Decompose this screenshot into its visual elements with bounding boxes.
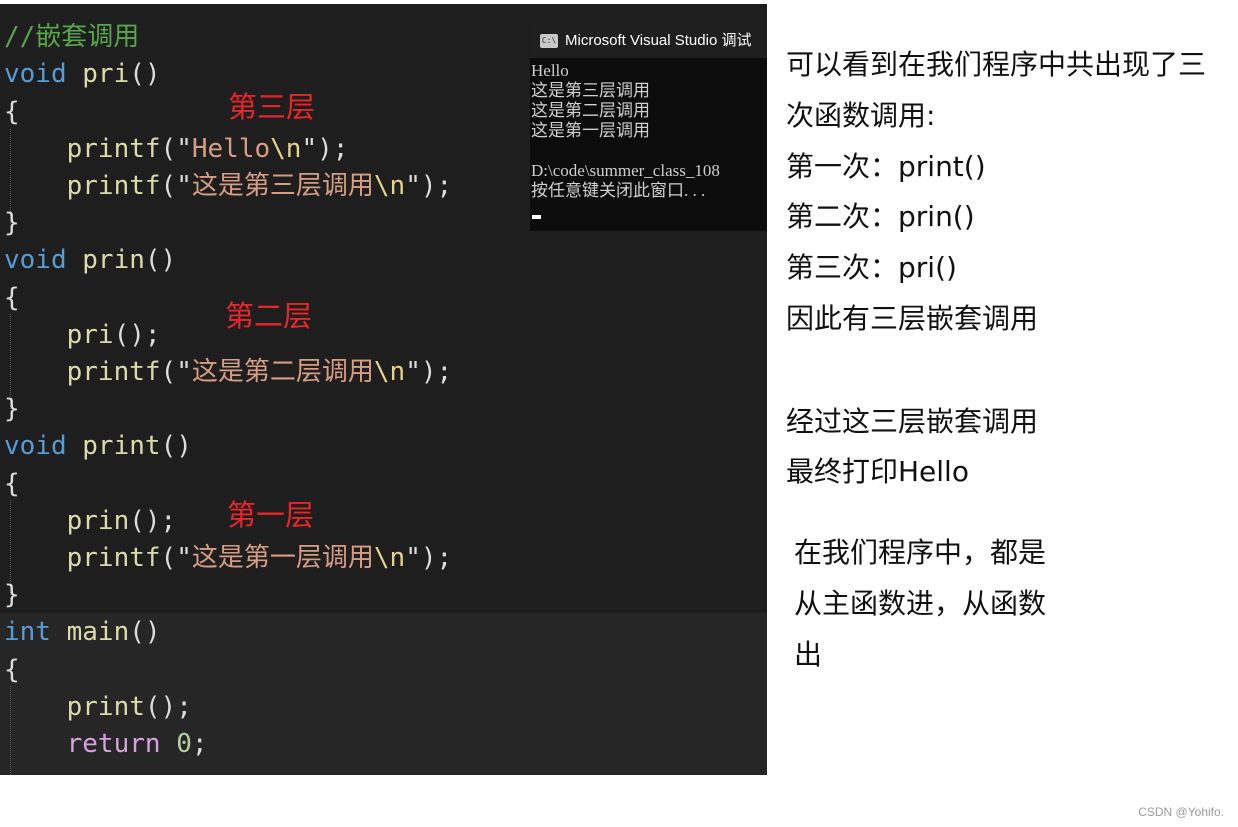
escape-sequence: \n <box>270 134 302 164</box>
keyword: int <box>4 617 51 647</box>
punctuation: (" <box>160 171 192 201</box>
console-title: Microsoft Visual Studio 调试 <box>565 32 752 49</box>
code-line-brace[interactable]: { <box>4 652 20 688</box>
debug-console-window[interactable]: C:\ Microsoft Visual Studio 调试 Hello 这是第三… <box>530 24 767 231</box>
escape-sequence: \n <box>373 171 406 201</box>
code-line-call-print[interactable]: print(); <box>4 689 192 725</box>
code-line-print-signature[interactable]: void print() <box>4 428 192 464</box>
note-line: 从主函数进，从函数 <box>794 587 1047 620</box>
function-call: pri <box>66 320 114 350</box>
string-literal: 这是第三层调用 <box>191 171 374 201</box>
layer3-label: 第三层 <box>228 90 316 124</box>
code-line-brace[interactable]: { <box>4 94 20 130</box>
function-name: pri <box>82 59 130 89</box>
note-line: 经过这三层嵌套调用 <box>786 405 1039 438</box>
function-call: printf <box>66 134 161 164</box>
note-line: 出 <box>794 638 823 671</box>
console-output: Hello 这是第三层调用 这是第二层调用 这是第一层调用 D:\code\summer… <box>531 61 720 201</box>
code-line-call-prin[interactable]: prin(); <box>4 503 177 539</box>
escape-sequence: \n <box>373 357 406 387</box>
punctuation: "); <box>405 171 453 201</box>
layer1-label: 第一层 <box>227 498 315 532</box>
punctuation: () <box>129 617 161 647</box>
punctuation: () <box>144 245 177 275</box>
keyword: void <box>4 431 67 461</box>
punctuation: "); <box>405 543 453 573</box>
code-line-brace[interactable]: { <box>4 466 20 502</box>
escape-sequence: \n <box>373 543 406 573</box>
function-name: prin <box>82 245 145 275</box>
note-line: 最终打印Hello <box>786 455 969 488</box>
punctuation: ; <box>191 729 208 759</box>
console-line: 这是第三层调用 <box>531 81 650 100</box>
number-literal: 0 <box>176 729 192 759</box>
note-line: 在我们程序中，都是 <box>794 536 1047 569</box>
console-line: D:\code\summer_class_108 <box>531 161 720 180</box>
code-line-brace[interactable]: } <box>4 577 20 613</box>
console-line: Hello <box>531 61 569 80</box>
punctuation: (); <box>113 320 161 350</box>
punctuation: (); <box>144 692 192 722</box>
code-comment: //嵌套调用 <box>4 22 140 52</box>
punctuation: (" <box>160 543 192 573</box>
code-line-prin-signature[interactable]: void prin() <box>4 242 176 278</box>
string-literal: 这是第二层调用 <box>191 357 374 387</box>
punctuation: () <box>129 59 161 89</box>
keyword: void <box>4 59 67 89</box>
code-line-printf-hello[interactable]: printf("Hello\n"); <box>4 131 349 167</box>
punctuation: (); <box>129 506 177 536</box>
code-line-main-signature[interactable]: int main() <box>4 614 161 650</box>
code-line-pri-signature[interactable]: void pri() <box>4 56 161 92</box>
code-line-brace[interactable]: } <box>4 205 20 241</box>
keyword: void <box>4 245 67 275</box>
note-line: 次函数调用: <box>786 99 936 132</box>
layer2-label: 第二层 <box>225 299 313 333</box>
note-line: 第一次：print() <box>786 150 986 183</box>
punctuation: "); <box>301 134 349 164</box>
console-line: 按任意键关闭此窗口. . . <box>531 181 706 200</box>
code-line-printf-layer3[interactable]: printf("这是第三层调用\n"); <box>4 168 453 204</box>
note-line: 第三次：pri() <box>786 251 957 284</box>
code-line-brace[interactable]: } <box>4 391 20 427</box>
function-call: printf <box>66 357 161 387</box>
code-line-call-pri[interactable]: pri(); <box>4 317 161 353</box>
function-name: main <box>66 617 130 647</box>
function-call: print <box>66 692 145 722</box>
code-line-printf-layer2[interactable]: printf("这是第二层调用\n"); <box>4 354 453 390</box>
note-line: 因此有三层嵌套调用 <box>786 302 1039 335</box>
function-call: printf <box>66 171 161 201</box>
punctuation: (" <box>160 134 192 164</box>
code-line-printf-layer1[interactable]: printf("这是第一层调用\n"); <box>4 540 453 576</box>
keyword: return <box>66 729 161 759</box>
string-literal: Hello <box>191 134 271 164</box>
punctuation: () <box>160 431 192 461</box>
string-literal: 这是第一层调用 <box>191 543 374 573</box>
code-line-brace[interactable]: { <box>4 280 20 316</box>
punctuation: (" <box>160 357 192 387</box>
function-call: prin <box>66 506 130 536</box>
function-call: printf <box>66 543 161 573</box>
note-line: 第二次：prin() <box>786 200 975 233</box>
console-app-icon: C:\ <box>540 34 558 48</box>
csdn-watermark: CSDN @Yohifo. <box>1138 805 1224 819</box>
punctuation: "); <box>405 357 453 387</box>
console-cursor <box>532 215 541 219</box>
code-line-return[interactable]: return 0; <box>4 726 208 762</box>
console-line: 这是第一层调用 <box>531 121 650 140</box>
function-name: print <box>82 431 161 461</box>
console-title-bar[interactable]: C:\ Microsoft Visual Studio 调试 <box>530 24 767 58</box>
console-line: 这是第二层调用 <box>531 101 650 120</box>
note-line: 可以看到在我们程序中共出现了三 <box>786 48 1207 81</box>
